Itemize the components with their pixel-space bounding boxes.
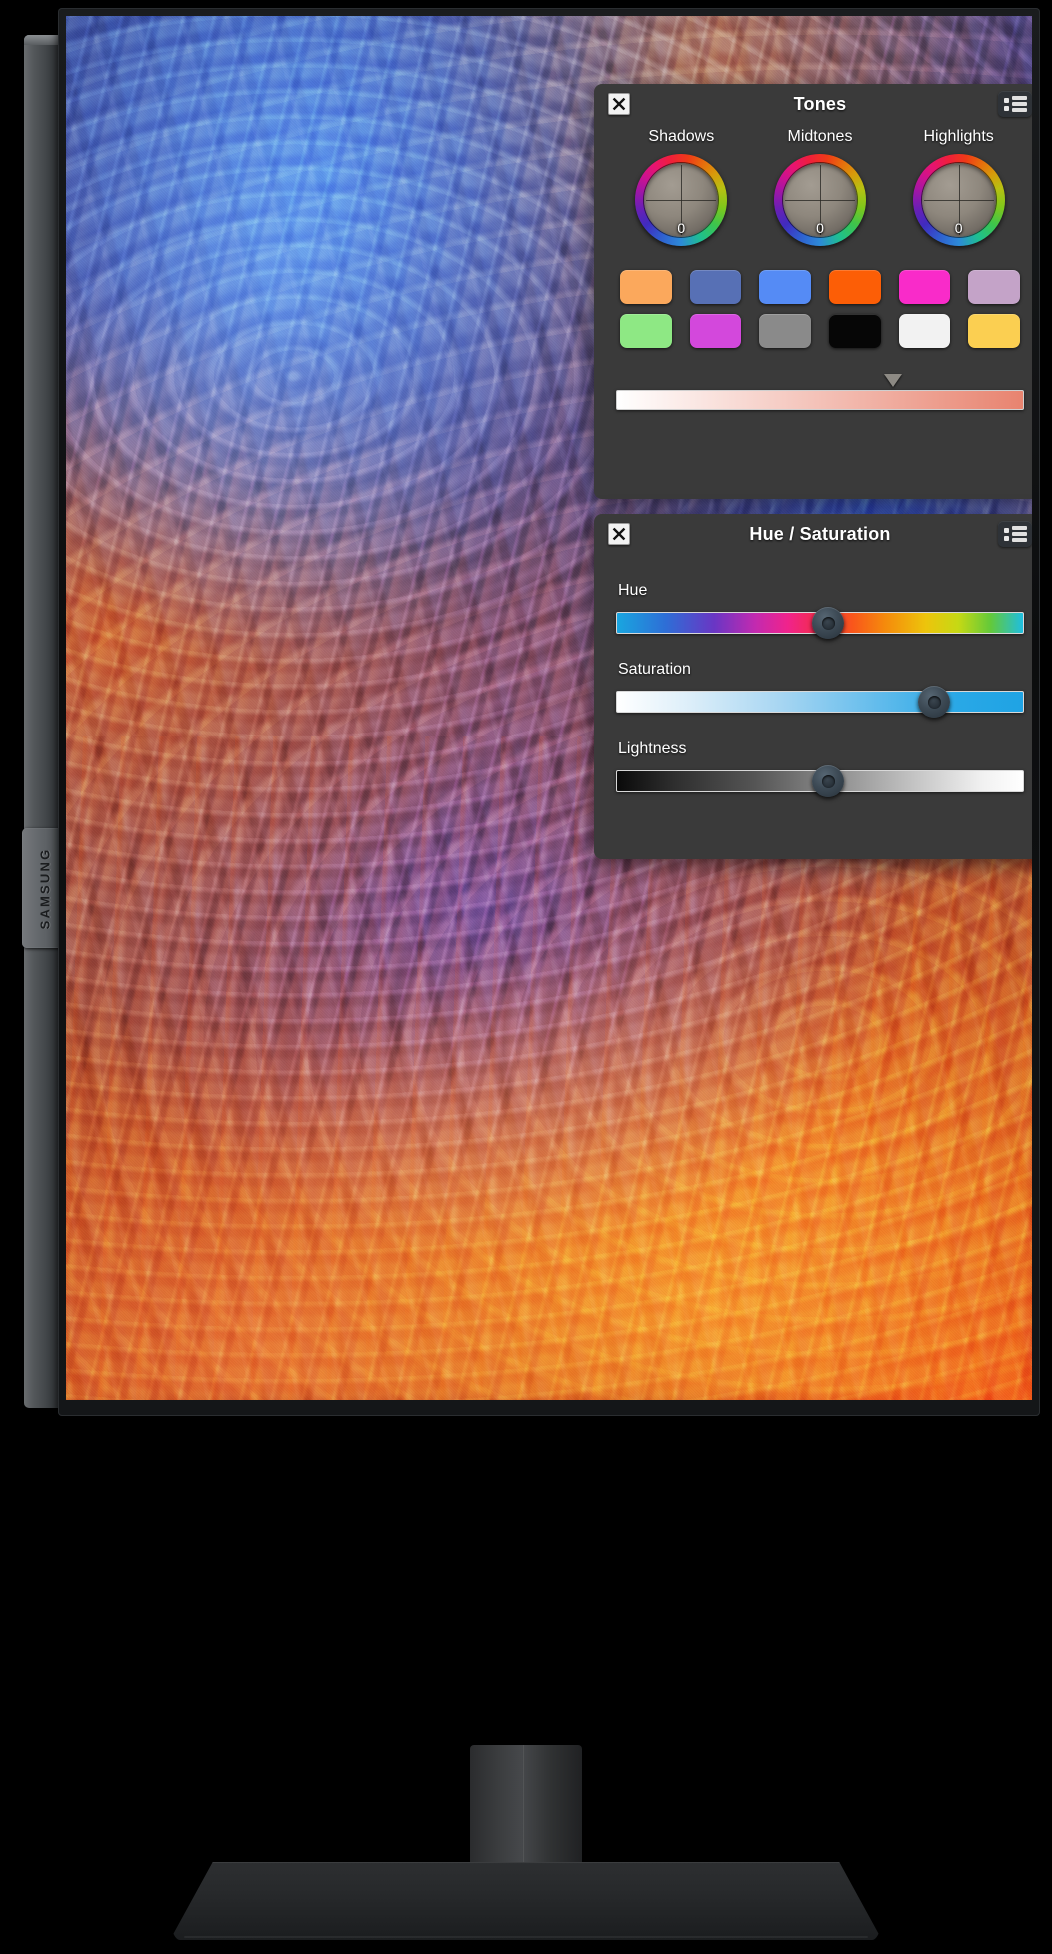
tone-wheel-label: Highlights <box>923 128 994 145</box>
hue-saturation-panel[interactable]: Hue / Saturation Hue Saturation Lightnes… <box>594 514 1032 859</box>
color-wheel-icon[interactable]: 0 <box>635 154 728 246</box>
menu-icon-lines <box>1011 526 1027 542</box>
lightness-slider-label: Lightness <box>618 740 687 757</box>
wheel-inner[interactable]: 0 <box>644 163 719 237</box>
tone-wheel-label: Shadows <box>648 128 715 145</box>
swatch-orange[interactable] <box>829 270 881 304</box>
tone-wheel-highlights[interactable]: Highlights 0 <box>912 128 1005 246</box>
saturation-slider-wrap <box>616 686 1024 718</box>
wheel-inner[interactable]: 0 <box>921 163 996 237</box>
tone-wheel-label: Midtones <box>787 128 853 145</box>
monitor-screen: Tones Shadows 0 Midtones 0 Highlights 0 … <box>66 16 1032 1400</box>
tone-wheel-shadows[interactable]: Shadows 0 <box>635 128 728 246</box>
swatch-slate-blue[interactable] <box>689 270 742 304</box>
tones-panel[interactable]: Tones Shadows 0 Midtones 0 Highlights 0 <box>594 84 1032 499</box>
saturation-slider-label: Saturation <box>618 661 691 678</box>
wheel-inner[interactable]: 0 <box>782 163 857 237</box>
hue-slider-block: Hue <box>594 554 1032 639</box>
monitor-stand-base <box>170 1862 882 1940</box>
menu-icon-dots <box>1003 527 1009 541</box>
list-menu-icon[interactable] <box>998 521 1032 547</box>
tones-panel-header: Tones <box>594 84 1032 124</box>
tone-wheels-row: Shadows 0 Midtones 0 Highlights 0 <box>594 124 1032 246</box>
swatch-yellow[interactable] <box>968 314 1020 348</box>
lightness-slider-wrap <box>616 765 1024 797</box>
hue-slider-knob[interactable] <box>812 607 845 639</box>
tone-wheel-value: 0 <box>816 220 824 236</box>
swatch-black[interactable] <box>829 314 881 348</box>
list-menu-icon[interactable] <box>998 91 1032 117</box>
hue-slider-wrap <box>616 607 1024 639</box>
lightness-slider-knob[interactable] <box>812 765 845 797</box>
close-icon[interactable] <box>608 523 630 545</box>
tone-gradient-strip[interactable] <box>616 390 1024 410</box>
lightness-slider-block: Lightness <box>594 740 1032 797</box>
swatch-violet[interactable] <box>689 314 742 348</box>
tone-wheel-midtones[interactable]: Midtones 0 <box>773 128 866 246</box>
swatch-magenta[interactable] <box>898 270 951 304</box>
tones-panel-title: Tones <box>793 93 847 114</box>
close-icon[interactable] <box>608 93 630 115</box>
swatch-bright-blue[interactable] <box>759 270 811 304</box>
swatch-white[interactable] <box>898 314 951 348</box>
saturation-slider-block: Saturation <box>594 661 1032 718</box>
monitor-body: SAMSUNG Tones Shadows 0 Midtones 0 Highl… <box>18 8 1040 1748</box>
gradient-strip-marker[interactable] <box>884 374 903 387</box>
swatch-gray[interactable] <box>759 314 811 348</box>
monitor-bezel: Tones Shadows 0 Midtones 0 Highlights 0 … <box>58 8 1040 1416</box>
brand-label: SAMSUNG <box>37 847 53 929</box>
hue-slider-label: Hue <box>618 582 648 599</box>
swatch-orange-light[interactable] <box>620 270 672 304</box>
color-wheel-icon[interactable]: 0 <box>773 154 866 246</box>
menu-icon-dots <box>1003 97 1009 111</box>
screenshot-root: SAMSUNG Tones Shadows 0 Midtones 0 Highl… <box>0 0 1052 1954</box>
color-wheel-icon[interactable]: 0 <box>912 154 1005 246</box>
hue-saturation-panel-header: Hue / Saturation <box>594 514 1032 554</box>
swatch-mauve[interactable] <box>968 270 1020 304</box>
swatch-green-light[interactable] <box>620 314 672 348</box>
tone-gradient-strip-wrap <box>616 374 1024 414</box>
tone-wheel-value: 0 <box>677 220 686 236</box>
saturation-slider-track[interactable] <box>616 691 1024 713</box>
hue-saturation-panel-title: Hue / Saturation <box>749 523 891 544</box>
saturation-slider-knob[interactable] <box>918 686 951 718</box>
tone-wheel-value: 0 <box>954 220 963 236</box>
menu-icon-lines <box>1011 96 1027 112</box>
color-swatch-grid <box>594 246 1032 348</box>
